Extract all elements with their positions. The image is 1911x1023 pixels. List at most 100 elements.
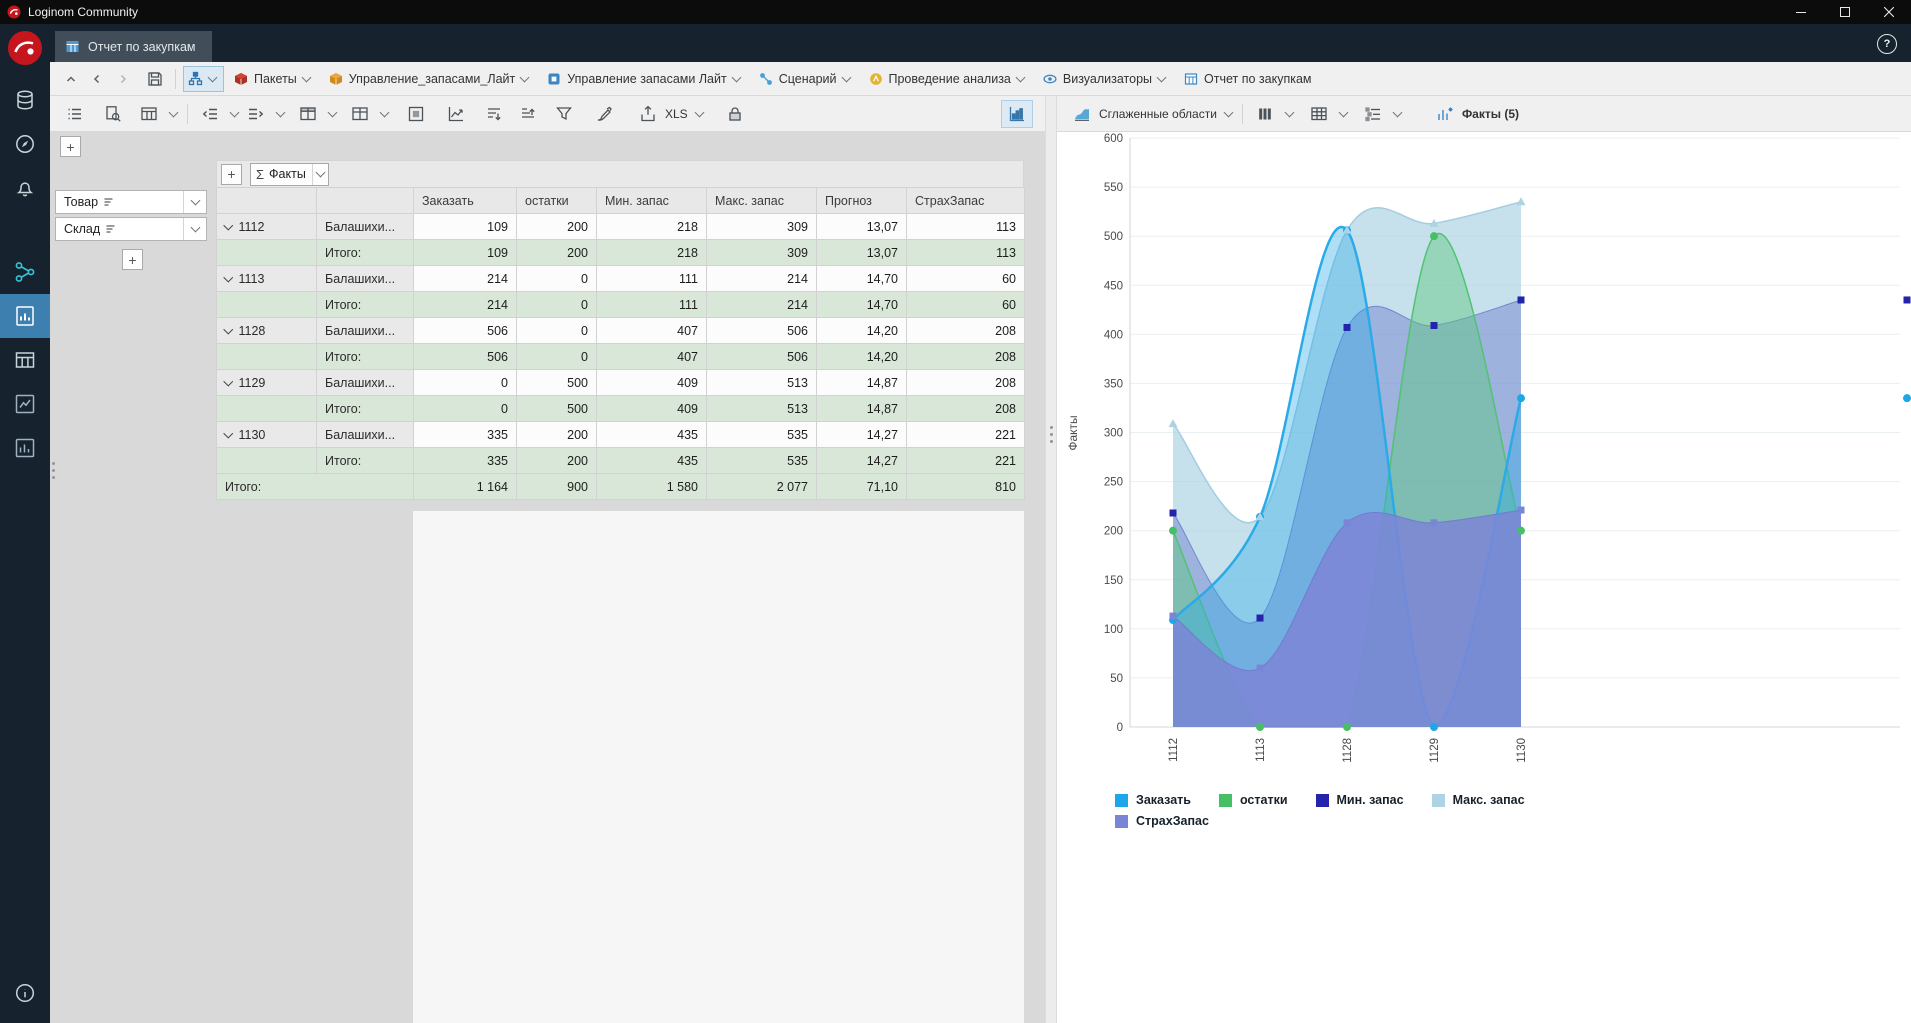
pivot-column-header[interactable]: Макс. запас xyxy=(706,187,817,214)
legend-item[interactable]: Макс. запас xyxy=(1431,793,1525,807)
chart-facts-label[interactable]: Факты (5) xyxy=(1462,107,1519,121)
forward-button[interactable] xyxy=(110,67,136,91)
collapse-group-icon[interactable] xyxy=(223,428,233,438)
transpose-icon[interactable] xyxy=(401,101,431,127)
pivot-group-cell[interactable]: 1130 xyxy=(216,421,317,448)
chevron-down-icon[interactable] xyxy=(1223,107,1234,117)
breadcrumb-item-1[interactable]: Управление_запасами_Лайт xyxy=(329,72,531,86)
chevron-down-icon[interactable] xyxy=(1284,107,1295,117)
chevron-down-icon[interactable] xyxy=(327,107,338,117)
breadcrumb-label[interactable]: Визуализаторы xyxy=(1063,72,1152,86)
sidebar-item-data[interactable] xyxy=(0,78,50,122)
chevron-down-icon[interactable] xyxy=(1392,107,1403,117)
chevron-down-icon[interactable] xyxy=(301,72,312,82)
pivot-column-header[interactable]: СтрахЗапас xyxy=(906,187,1025,214)
menu-list-icon[interactable] xyxy=(60,101,90,127)
facts-settings-icon[interactable] xyxy=(1430,101,1460,127)
help-button[interactable]: ? xyxy=(1877,34,1897,54)
sidebar-item-notifications[interactable] xyxy=(0,166,50,210)
chevron-down-icon[interactable] xyxy=(229,107,240,117)
navigate-up-button[interactable] xyxy=(58,67,84,91)
breadcrumb-label[interactable]: Пакеты xyxy=(254,72,297,86)
sidebar-item-report-active[interactable] xyxy=(0,294,50,338)
bars-orientation-icon[interactable] xyxy=(1250,101,1280,127)
breadcrumb-label[interactable]: Сценарий xyxy=(779,72,837,86)
legend-item[interactable]: СтрахЗапас xyxy=(1115,814,1209,828)
lock-icon[interactable] xyxy=(720,101,750,127)
pivot-group-cell[interactable]: 1128 xyxy=(216,317,317,344)
minimize-button[interactable] xyxy=(1779,0,1823,24)
format-brush-icon[interactable] xyxy=(589,101,619,127)
pivot-column-header[interactable]: Прогноз xyxy=(816,187,907,214)
measures-icon[interactable] xyxy=(441,101,471,127)
collapse-group-icon[interactable] xyxy=(223,220,233,230)
add-column-dimension-button[interactable]: + xyxy=(60,136,81,157)
chevron-down-icon[interactable] xyxy=(841,72,851,82)
info-icon[interactable] xyxy=(0,971,50,1015)
back-button[interactable] xyxy=(84,67,110,91)
breadcrumb-item-6[interactable]: Отчет по закупкам xyxy=(1184,72,1312,86)
add-row-dimension-button[interactable]: + xyxy=(122,249,143,270)
facts-dropdown[interactable] xyxy=(311,163,328,185)
breadcrumb-item-4[interactable]: Проведение анализа xyxy=(869,72,1027,86)
collapse-group-icon[interactable] xyxy=(223,272,233,282)
breadcrumb-item-2[interactable]: Управление запасами Лайт xyxy=(547,72,742,86)
breadcrumb-item-0[interactable]: Пакеты xyxy=(234,72,313,86)
legend-item[interactable]: Мин. запас xyxy=(1315,793,1404,807)
chevron-down-icon[interactable] xyxy=(1338,107,1349,117)
chart-type-label[interactable]: Сглаженные области xyxy=(1099,107,1217,121)
collapse-group-icon[interactable] xyxy=(223,376,233,386)
breadcrumb-label[interactable]: Отчет по закупкам xyxy=(1204,72,1312,86)
sidebar-item-navigator[interactable] xyxy=(0,122,50,166)
chart-canvas[interactable]: 0 50 100 150 200 250 300 350 400 450 500 550 600 1112… xyxy=(1057,132,1911,780)
sidebar-item-table[interactable] xyxy=(0,338,50,382)
dimension-dropdown[interactable] xyxy=(183,218,206,240)
save-button[interactable] xyxy=(142,67,168,91)
maximize-button[interactable] xyxy=(1823,0,1867,24)
pivot-column-header[interactable]: остатки xyxy=(516,187,597,214)
pivot-group-cell[interactable]: 1112 xyxy=(216,213,317,240)
sidebar-item-chart-line[interactable] xyxy=(0,382,50,426)
chevron-down-icon[interactable] xyxy=(694,107,705,117)
details-sort-icon[interactable] xyxy=(479,101,509,127)
sidebar-item-chart-bars[interactable] xyxy=(0,426,50,470)
breadcrumb-label[interactable]: Управление запасами Лайт xyxy=(567,72,726,86)
preview-icon[interactable] xyxy=(98,101,128,127)
tab-report[interactable]: Отчет по закупкам xyxy=(55,31,212,62)
filter-icon[interactable] xyxy=(549,101,579,127)
panel-splitter[interactable] xyxy=(1045,96,1057,1023)
chevron-down-icon[interactable] xyxy=(1156,72,1167,82)
add-fact-button[interactable]: + xyxy=(221,163,242,185)
breadcrumb-label[interactable]: Управление_запасами_Лайт xyxy=(349,72,515,86)
table-view-icon[interactable] xyxy=(134,101,164,127)
show-chart-toggle[interactable] xyxy=(1001,99,1033,128)
collapse-levels-icon[interactable] xyxy=(195,101,225,127)
dimension-field-product[interactable]: Товар xyxy=(55,190,207,214)
export-icon[interactable] xyxy=(633,101,663,127)
export-xls-label[interactable]: XLS xyxy=(665,107,688,121)
chevron-down-icon[interactable] xyxy=(1015,72,1026,82)
aggregation-icon[interactable] xyxy=(513,101,543,127)
close-button[interactable] xyxy=(1867,0,1911,24)
sidebar-item-connections[interactable] xyxy=(0,250,50,294)
chart-grid-icon[interactable] xyxy=(1304,101,1334,127)
chart-type-icon[interactable] xyxy=(1067,101,1097,127)
legend-item[interactable]: остатки xyxy=(1218,793,1288,807)
pivot-column-header[interactable]: Мин. запас xyxy=(596,187,707,214)
facts-selector[interactable]: Σ Факты xyxy=(250,162,329,186)
chevron-down-icon[interactable] xyxy=(519,72,530,82)
dimension-dropdown[interactable] xyxy=(183,191,206,213)
chart-levels-icon[interactable] xyxy=(1358,101,1388,127)
columns-icon[interactable] xyxy=(345,101,375,127)
grid-headers-icon[interactable] xyxy=(293,101,323,127)
expand-levels-icon[interactable] xyxy=(241,101,271,127)
chevron-down-icon[interactable] xyxy=(275,107,286,117)
breadcrumb-label[interactable]: Проведение анализа xyxy=(889,72,1011,86)
scenario-tree-button[interactable] xyxy=(183,65,224,92)
pivot-column-header[interactable]: Заказать xyxy=(413,187,517,214)
chevron-down-icon[interactable] xyxy=(168,107,179,117)
chevron-down-icon[interactable] xyxy=(379,107,390,117)
legend-item[interactable]: Заказать xyxy=(1115,793,1191,807)
breadcrumb-item-3[interactable]: Сценарий xyxy=(759,72,853,86)
splitter-handle[interactable] xyxy=(1049,426,1053,429)
